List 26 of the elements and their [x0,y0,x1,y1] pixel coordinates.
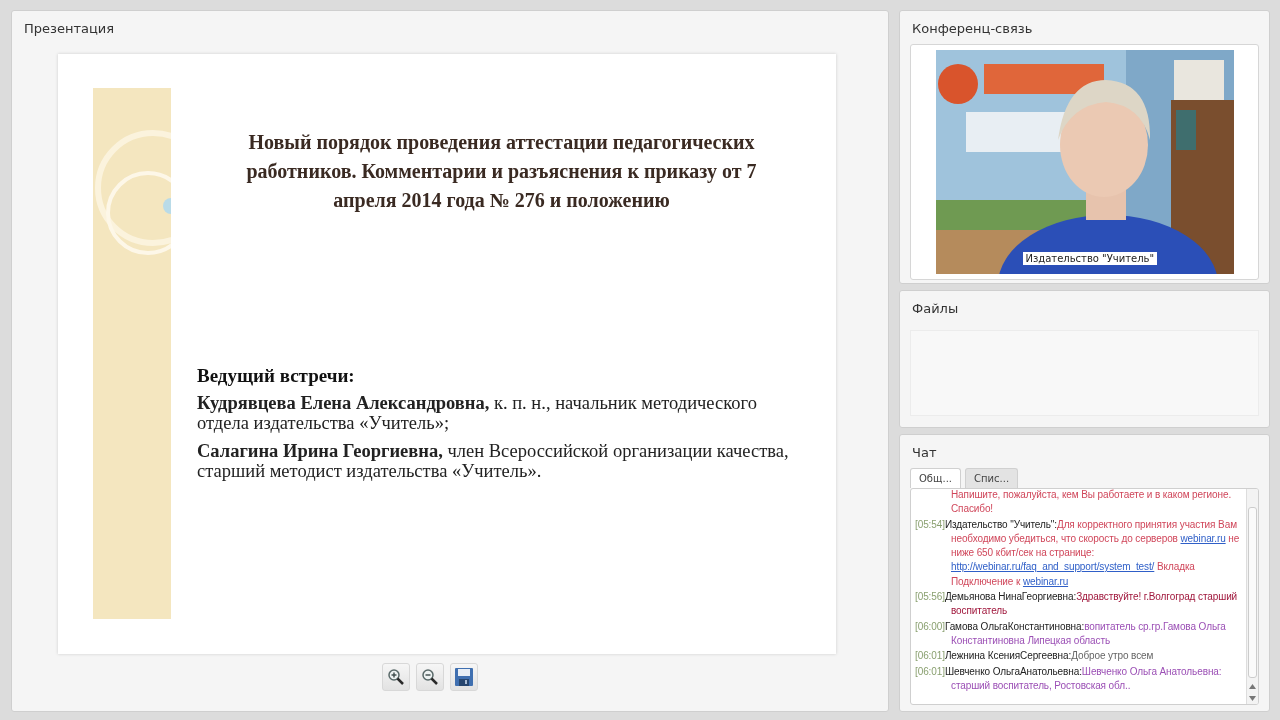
slide-heading: Ведущий встречи: [197,365,356,387]
zoom-in-icon [387,668,405,686]
zoom-in-button[interactable] [382,663,410,691]
chat-message: [06:01]Шевченко ОльгаАнатольевна:Шевченко Ольга Анатольевна: старший воспитатель, Ростовская обл.. [915,664,1223,693]
chat-message: [06:00]Гамова ОльгаКонстантиновна:вопитатель ср.гр.Гамова Ольга Константиновна Липецкая область [915,619,1227,648]
panel-title: Чат [911,444,938,462]
host-description: Кудрявцева Елена Александровна, к. п. н., начальник методического отдела издательства «Учитель»; [197,393,758,433]
panel-title: Презентация [23,20,116,38]
host-description: Салагина Ирина Георгиевна, член Всероссийской организации качества, старший методист издательства «Учитель». [197,441,790,481]
panel-title: Конференц-связь [911,20,1034,38]
chat-tab[interactable]: Общ... [910,468,961,488]
chat-message: [05:54]Издательство "Учитель":Для корректного принятия участия Вам необходимо убедиться, что скорость до серверов webinar.ru не ниже 650 кбит/сек на странице: http://webinar.ru/faq_and_support/system_test/ Вкладка Подключение к webinar.ru [915,517,1241,589]
zoom-out-icon [421,668,439,686]
chat-link[interactable]: webinar.ru [1022,575,1069,587]
chat-message: [05:56]Демьянова НинаГеоргиевна:Здравствуйте! г.Волгоград старший воспитатель [915,590,1239,619]
video-caption: Издательство "Учитель" [1022,252,1158,265]
chat-link[interactable]: webinar.ru [1180,532,1226,544]
slide-title: Новый порядок проведения аттестации педагогических работников. Комментарии и разъяснения к приказу от 7 апреля 2014 года № 276 и положению [245,130,758,214]
zoom-out-button[interactable] [416,663,444,691]
chat-message: [06:01]Лежнина КсенияСергеевна:Доброе утро всем [915,649,1155,664]
scrollbar[interactable] [1246,489,1258,704]
chat-link[interactable]: http://webinar.ru/faq_and_support/system_test/ [951,561,1155,573]
panel-title: Файлы [911,300,960,318]
chat-tab[interactable]: Спис... [965,468,1019,488]
chat-message: Напишите, пожалуйста, кем Вы работаете и в каком регионе. Спасибо! [950,489,1233,517]
save-button[interactable] [450,663,478,691]
